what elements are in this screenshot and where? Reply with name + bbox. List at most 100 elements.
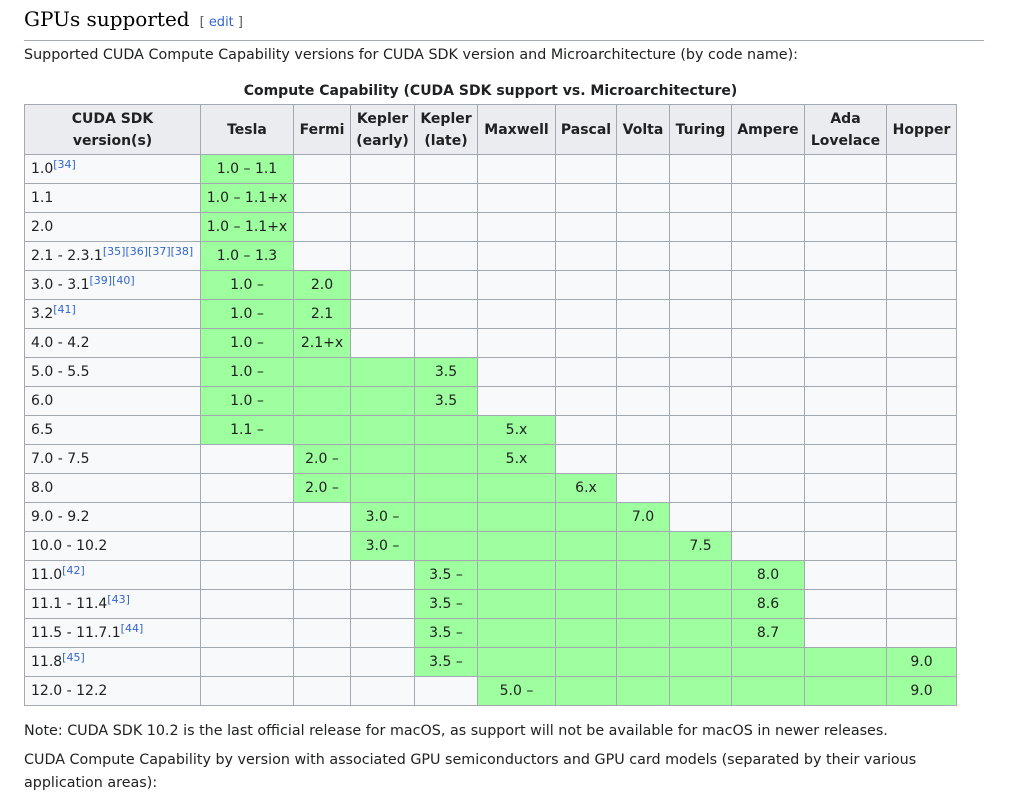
capability-cell: 1.0 –	[200, 299, 294, 329]
sdk-version-cell: 1.1	[24, 183, 201, 213]
sdk-version-cell: 12.0 - 12.2	[24, 676, 201, 706]
empty-cell	[293, 502, 351, 532]
empty-cell	[616, 241, 670, 271]
supported-cell	[555, 676, 617, 706]
empty-cell	[731, 299, 805, 329]
empty-cell	[350, 560, 415, 590]
empty-cell	[555, 183, 617, 213]
empty-cell	[731, 386, 805, 416]
empty-cell	[804, 473, 887, 503]
sdk-version-cell: 6.0	[24, 386, 201, 416]
empty-cell	[555, 241, 617, 271]
compute-capability-table: CUDA SDK version(s) Tesla Fermi Kepler (early…	[24, 104, 957, 706]
empty-cell	[555, 415, 617, 445]
table-row: 7.0 - 7.5 2.0 – 5.x	[24, 444, 957, 474]
supported-cell	[616, 589, 670, 619]
empty-cell	[350, 328, 415, 358]
reference-link[interactable]: [44]	[121, 622, 144, 635]
supported-cell	[616, 560, 670, 590]
capability-note: CUDA Compute Capability by version with …	[24, 752, 917, 791]
supported-cell	[350, 473, 415, 503]
supported-cell	[555, 647, 617, 677]
reference-link[interactable]: [35]	[103, 245, 126, 258]
edit-link[interactable]: edit	[209, 15, 234, 30]
supported-cell	[293, 415, 351, 445]
supported-cell	[414, 473, 478, 503]
supported-cell	[293, 386, 351, 416]
supported-cell	[414, 502, 478, 532]
supported-cell	[669, 676, 732, 706]
empty-cell	[669, 154, 732, 184]
empty-cell	[350, 299, 415, 329]
empty-cell	[886, 415, 957, 445]
supported-cell	[477, 560, 556, 590]
reference-link[interactable]: [42]	[62, 564, 85, 577]
empty-cell	[555, 212, 617, 242]
empty-cell	[414, 676, 478, 706]
empty-cell	[731, 154, 805, 184]
table-row: 11.8[45] 3.5 – 9.0	[24, 647, 957, 677]
empty-cell	[886, 386, 957, 416]
reference-link[interactable]: [40]	[112, 274, 135, 287]
empty-cell	[886, 241, 957, 271]
empty-cell	[886, 473, 957, 503]
supported-cell	[414, 415, 478, 445]
header-arch: Pascal	[555, 104, 617, 155]
header-arch: Hopper	[886, 104, 957, 155]
supported-cell	[477, 502, 556, 532]
empty-cell	[350, 241, 415, 271]
supported-cell	[555, 589, 617, 619]
capability-cell: 3.5	[414, 386, 478, 416]
reference-link[interactable]: [36]	[125, 245, 148, 258]
reference-link[interactable]: [37]	[148, 245, 171, 258]
supported-cell	[616, 676, 670, 706]
empty-cell	[350, 647, 415, 677]
empty-cell	[293, 154, 351, 184]
empty-cell	[886, 270, 957, 300]
empty-cell	[886, 328, 957, 358]
edit-section: [ edit ]	[199, 15, 243, 30]
capability-cell: 7.5	[669, 531, 732, 561]
empty-cell	[804, 183, 887, 213]
empty-cell	[477, 357, 556, 387]
reference-links: [35][36][37][38]	[103, 245, 193, 258]
empty-cell	[293, 241, 351, 271]
reference-link[interactable]: [45]	[62, 651, 85, 664]
header-arch: Maxwell	[477, 104, 556, 155]
empty-cell	[200, 560, 294, 590]
reference-link[interactable]: [39]	[89, 274, 112, 287]
table-row: 2.0 1.0 – 1.1+x	[24, 212, 957, 242]
capability-cell: 3.0 –	[350, 531, 415, 561]
empty-cell	[804, 415, 887, 445]
empty-cell	[477, 386, 556, 416]
reference-link[interactable]: [43]	[107, 593, 130, 606]
capability-cell: 2.0 –	[293, 444, 351, 474]
header-arch: Tesla	[200, 104, 294, 155]
empty-cell	[886, 531, 957, 561]
header-arch: Ada Lovelace	[804, 104, 887, 155]
reference-link[interactable]: [34]	[53, 158, 76, 171]
capability-cell: 1.0 – 1.3	[200, 241, 294, 271]
capability-cell: 8.0	[731, 560, 805, 590]
sdk-version-cell: 4.0 - 4.2	[24, 328, 201, 358]
empty-cell	[414, 328, 478, 358]
supported-cell	[350, 444, 415, 474]
reference-link[interactable]: [41]	[53, 303, 76, 316]
empty-cell	[669, 183, 732, 213]
sdk-version-cell: 1.0[34]	[24, 154, 201, 184]
supported-cell	[669, 589, 732, 619]
supported-cell	[804, 647, 887, 677]
empty-cell	[200, 647, 294, 677]
table-row: 10.0 - 10.2 3.0 – 7.5	[24, 531, 957, 561]
empty-cell	[555, 270, 617, 300]
empty-cell	[886, 299, 957, 329]
supported-cell	[414, 444, 478, 474]
supported-cell	[293, 357, 351, 387]
capability-cell: 7.0	[616, 502, 670, 532]
table-row: 4.0 - 4.2 1.0 –2.1+x	[24, 328, 957, 358]
empty-cell	[804, 560, 887, 590]
empty-cell	[293, 589, 351, 619]
capability-cell: 3.0 –	[350, 502, 415, 532]
reference-link[interactable]: [38]	[171, 245, 194, 258]
empty-cell	[555, 357, 617, 387]
